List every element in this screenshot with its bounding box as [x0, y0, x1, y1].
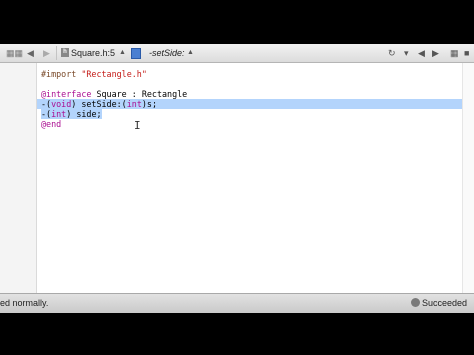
vertical-scrollbar[interactable]	[462, 63, 474, 293]
method-breadcrumb[interactable]: -setSide:	[149, 47, 185, 59]
code-line-setside: -(void) setSide:(int)s;	[37, 99, 462, 109]
divider	[56, 46, 57, 60]
issues-right-icon[interactable]: ▶	[432, 47, 439, 59]
xcode-editor-window: ▦▦ ◀ ▶ h Square.h:5 ▲ -setSide: ▲ ↻ ▾ ◀ …	[0, 44, 474, 313]
issues-left-icon[interactable]: ◀	[418, 47, 425, 59]
header-file-icon: h	[61, 48, 69, 57]
status-message: ed normally.	[0, 298, 49, 308]
close-editor-icon[interactable]: ■	[464, 47, 469, 59]
chevron-updown-icon[interactable]: ▲	[119, 47, 126, 59]
method-icon	[131, 48, 141, 59]
split-editor-icon[interactable]: ▦	[450, 47, 459, 59]
code-line-import: #import "Rectangle.h"	[41, 69, 147, 79]
activity-icon	[411, 298, 420, 307]
code-line-side: -(int) side;	[41, 109, 102, 119]
build-result: Succeeded	[422, 298, 468, 308]
chevron-down-icon[interactable]: ▾	[404, 47, 409, 59]
related-files-icon[interactable]: ▦▦	[6, 47, 23, 59]
code-line-end: @end	[41, 119, 62, 129]
build-status: Succeeded	[411, 298, 467, 308]
forward-arrow-icon[interactable]: ▶	[43, 47, 53, 59]
screen: ▦▦ ◀ ▶ h Square.h:5 ▲ -setSide: ▲ ↻ ▾ ◀ …	[0, 0, 474, 355]
code-line-interface: @interface Square : Rectangle	[41, 89, 188, 99]
text-cursor-icon: I	[134, 119, 141, 132]
line-gutter[interactable]	[0, 63, 37, 293]
counterparts-icon[interactable]: ↻	[388, 47, 396, 59]
jump-bar: ▦▦ ◀ ▶ h Square.h:5 ▲ -setSide: ▲ ↻ ▾ ◀ …	[0, 44, 474, 63]
file-breadcrumb[interactable]: Square.h:5	[71, 47, 115, 59]
code-editor[interactable]: #import "Rectangle.h" @interface Square …	[37, 63, 462, 293]
status-bar: ed normally. Succeeded	[0, 293, 474, 313]
chevron-updown-icon[interactable]: ▲	[187, 47, 194, 59]
back-arrow-icon[interactable]: ◀	[27, 47, 37, 59]
